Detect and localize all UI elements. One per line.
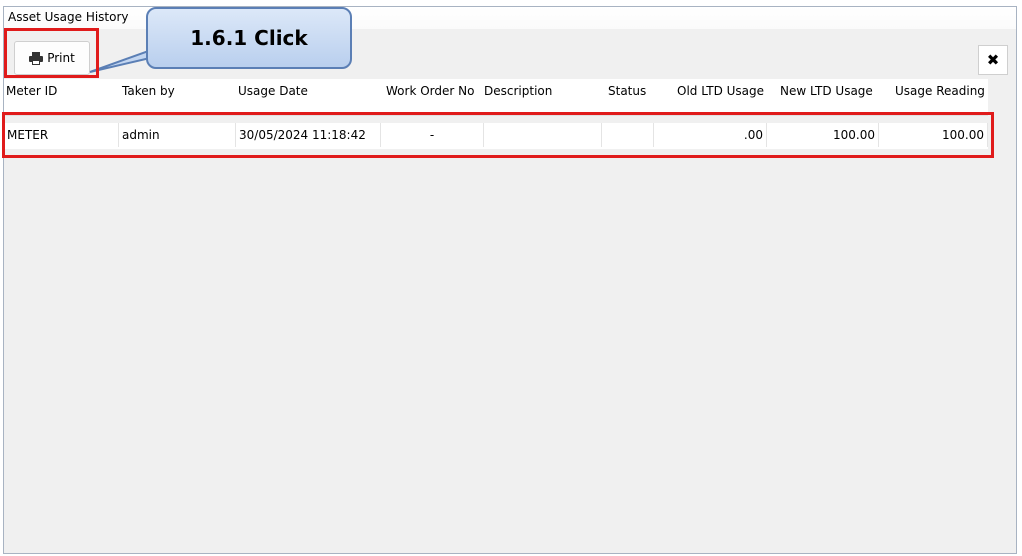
callout-pointer: [89, 42, 172, 73]
instruction-callout: 1.6.1 Click: [146, 7, 352, 69]
